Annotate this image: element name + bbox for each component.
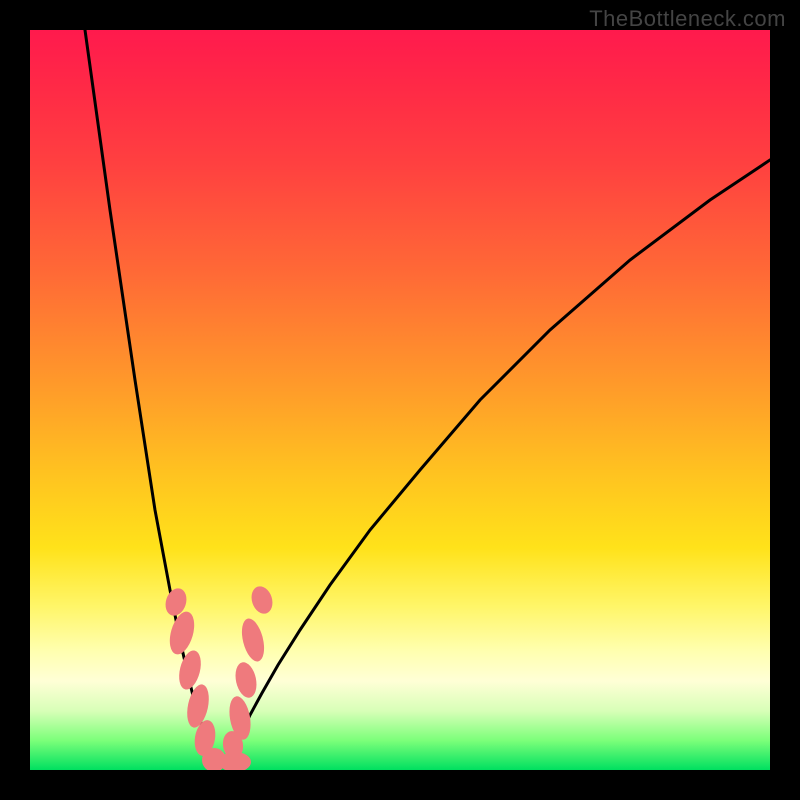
- bead-marker: [232, 660, 259, 699]
- chart-plot-area: [30, 30, 770, 770]
- bead-marker: [165, 609, 198, 657]
- bead-marker: [238, 616, 268, 664]
- chart-svg: [30, 30, 770, 770]
- curve-right-branch: [225, 160, 770, 765]
- watermark-text: TheBottleneck.com: [589, 6, 786, 32]
- chart-frame: TheBottleneck.com: [0, 0, 800, 800]
- bead-marker: [248, 584, 276, 617]
- marker-beads: [162, 584, 276, 770]
